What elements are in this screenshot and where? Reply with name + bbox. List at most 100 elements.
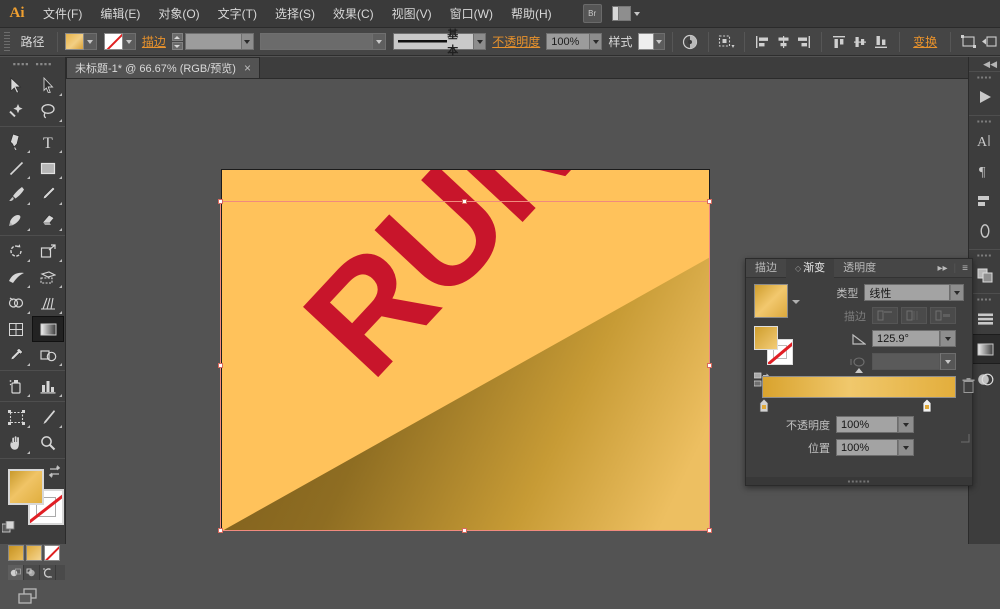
swap-fill-stroke-icon[interactable] — [48, 465, 61, 478]
dock-collapse-button[interactable]: ◀◀ — [969, 57, 1000, 71]
column-graph-tool[interactable] — [32, 373, 64, 399]
draw-behind-icon[interactable] — [24, 565, 40, 580]
paintbrush-tool[interactable] — [0, 181, 32, 207]
opacity-dropdown[interactable] — [590, 33, 602, 50]
character-panel-icon[interactable]: A — [969, 126, 1000, 156]
stroke-weight-stepper[interactable] — [172, 33, 183, 50]
isolate-icon[interactable] — [960, 32, 977, 52]
dock-group-grip[interactable]: ▪▪▪▪ — [969, 250, 1000, 260]
stroke-label[interactable]: 描边 — [136, 33, 172, 50]
pathfinder-panel-icon[interactable] — [969, 260, 1000, 290]
draw-inside-icon[interactable] — [40, 565, 56, 580]
align-middle-vertical-icon[interactable] — [852, 32, 869, 52]
lasso-tool[interactable] — [32, 98, 64, 124]
align-bottom-icon[interactable] — [873, 32, 890, 52]
perspective-grid-tool[interactable] — [32, 290, 64, 316]
menu-file[interactable]: 文件(F) — [34, 0, 91, 28]
panel-menu-icon[interactable]: ≡ — [962, 263, 968, 274]
panel-resize-grip[interactable] — [958, 431, 970, 446]
fill-swatch[interactable] — [65, 33, 84, 50]
recolor-artwork-icon[interactable] — [682, 32, 699, 52]
symbol-sprayer-tool[interactable] — [0, 373, 32, 399]
gradient-swatch[interactable] — [8, 545, 24, 561]
slice-tool[interactable] — [32, 404, 64, 430]
gradient-angle-field[interactable]: 125.9° — [872, 330, 940, 347]
brush-definition-field[interactable]: 基本 — [393, 33, 474, 50]
menu-edit[interactable]: 编辑(E) — [91, 0, 149, 28]
direct-selection-tool[interactable] — [32, 72, 64, 98]
stroke-dropdown-button[interactable] — [123, 33, 136, 50]
gradient-preview-swatch[interactable] — [754, 284, 788, 318]
menu-effect[interactable]: 效果(C) — [324, 0, 383, 28]
tab-stroke[interactable]: 描边 — [746, 259, 786, 278]
pen-tool[interactable] — [0, 129, 32, 155]
stroke-weight-field[interactable] — [185, 33, 242, 50]
scale-tool[interactable] — [32, 238, 64, 264]
fill-color-control[interactable] — [65, 33, 97, 50]
artboard-tool[interactable] — [0, 404, 32, 430]
default-fill-stroke-icon[interactable] — [2, 521, 16, 535]
tab-gradient[interactable]: ◇渐变 — [786, 259, 834, 278]
gradient-opacity-dropdown[interactable] — [898, 416, 914, 433]
gradient-location-dropdown[interactable] — [898, 439, 914, 456]
chevron-down-icon[interactable] — [792, 300, 800, 304]
stepper-up-button[interactable] — [172, 33, 183, 41]
tools-panel-grip[interactable]: ▪▪▪▪▪▪▪▪ — [0, 57, 65, 70]
change-screen-mode-icon[interactable] — [18, 588, 42, 606]
opacity-label[interactable]: 不透明度 — [486, 33, 546, 50]
line-segment-tool[interactable] — [0, 155, 32, 181]
draw-normal-icon[interactable] — [8, 565, 24, 580]
artboard[interactable]: RUN — [221, 169, 710, 531]
blend-tool[interactable] — [32, 342, 64, 368]
graphic-style-dropdown[interactable] — [654, 33, 665, 50]
workspace-switcher-button[interactable] — [612, 6, 640, 21]
bridge-launch-button[interactable]: Br — [583, 4, 602, 23]
document-tab[interactable]: 未标题-1* @ 66.67% (RGB/预览) × — [66, 57, 260, 78]
magic-wand-tool[interactable] — [0, 98, 32, 124]
dock-group-grip[interactable]: ▪▪▪▪ — [969, 294, 1000, 304]
mask-icon[interactable] — [981, 32, 998, 52]
align-right-icon[interactable] — [795, 32, 812, 52]
brush-definition-dropdown[interactable] — [474, 33, 486, 50]
mesh-tool[interactable] — [0, 316, 32, 342]
control-bar-grip[interactable] — [4, 32, 10, 52]
gradient-tool[interactable] — [32, 316, 64, 342]
zoom-tool[interactable] — [32, 430, 64, 456]
selection-tool[interactable] — [0, 72, 32, 98]
opacity-field[interactable]: 100% — [546, 33, 590, 50]
gradient-stop-right[interactable] — [922, 399, 932, 412]
gradient-ramp[interactable] — [762, 376, 956, 398]
gradient-opacity-field[interactable]: 100% — [836, 416, 898, 433]
menu-view[interactable]: 视图(V) — [383, 0, 441, 28]
menu-object[interactable]: 对象(O) — [149, 0, 208, 28]
menu-window[interactable]: 窗口(W) — [441, 0, 502, 28]
eraser-tool[interactable] — [32, 207, 64, 233]
stroke-panel-icon[interactable] — [969, 216, 1000, 246]
fill-dropdown-button[interactable] — [84, 33, 97, 50]
gradient-fill-swatch[interactable] — [754, 326, 778, 350]
stroke-color-control[interactable] — [104, 33, 136, 50]
fill-swatch[interactable] — [8, 469, 44, 505]
gradient-type-dropdown[interactable] — [950, 284, 964, 301]
transform-mode-icon[interactable] — [718, 32, 735, 52]
gradient-midpoint[interactable] — [855, 368, 863, 373]
dock-group-grip[interactable]: ▪▪▪▪ — [969, 116, 1000, 126]
gradient-type-select[interactable]: 线性 — [864, 284, 950, 301]
transform-label[interactable]: 变换 — [907, 33, 943, 50]
gradient-location-field[interactable]: 100% — [836, 439, 898, 456]
start-playback-icon[interactable] — [969, 82, 1000, 112]
menu-type[interactable]: 文字(T) — [209, 0, 266, 28]
gradient-angle-dropdown[interactable] — [940, 330, 956, 347]
align-panel-icon[interactable] — [969, 186, 1000, 216]
hand-tool[interactable] — [0, 430, 32, 456]
stepper-down-button[interactable] — [172, 42, 183, 50]
layers-panel-icon[interactable] — [969, 304, 1000, 334]
stroke-profile-dropdown[interactable] — [373, 33, 385, 50]
none-swatch[interactable] — [44, 545, 60, 561]
type-tool[interactable]: T — [32, 129, 64, 155]
close-icon[interactable]: × — [244, 62, 251, 74]
menu-help[interactable]: 帮助(H) — [502, 0, 561, 28]
panel-collapse-icon[interactable]: ▸▸ — [938, 263, 948, 274]
stroke-profile-field[interactable] — [260, 33, 373, 50]
gradient-slider[interactable] — [762, 376, 956, 398]
